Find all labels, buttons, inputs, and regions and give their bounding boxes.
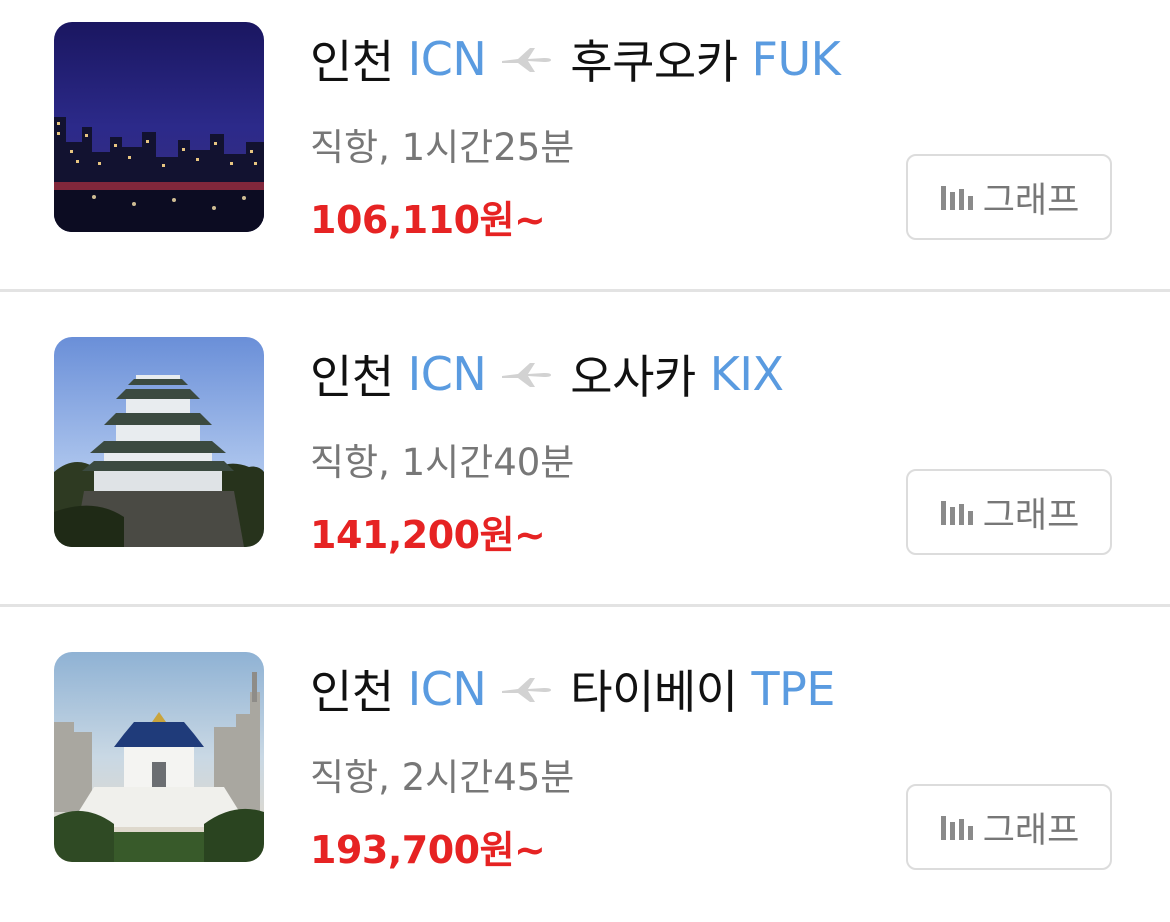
graph-button[interactable]: 그래프 (906, 469, 1112, 555)
destination-thumbnail (54, 337, 264, 547)
destination-city: 오사카 (570, 350, 696, 404)
destination-city: 후쿠오카 (570, 35, 738, 89)
graph-button-label: 그래프 (982, 495, 1080, 536)
flight-price: 193,700원~ (310, 828, 546, 872)
flight-duration: 직항, 1시간40분 (310, 441, 575, 484)
flight-price: 106,110원~ (310, 198, 546, 242)
airplane-icon (500, 674, 552, 704)
route-line: 인천 ICN 타이베이 TPE (310, 655, 835, 723)
flight-list: 인천 ICN 후쿠오카 FUK 직항, 1시간25분 106,110원~ 그래프 (0, 0, 1170, 897)
flight-duration: 직항, 2시간45분 (310, 756, 575, 799)
graph-button-label: 그래프 (982, 810, 1080, 851)
graph-button-label: 그래프 (982, 180, 1080, 221)
destination-code: TPE (751, 662, 836, 716)
origin-city: 인천 (310, 350, 394, 404)
bar-chart-icon (939, 812, 973, 842)
osaka-castle-image (54, 337, 264, 547)
memorial-hall-image (54, 652, 264, 862)
airplane-icon (500, 359, 552, 389)
origin-city: 인천 (310, 665, 394, 719)
bar-chart-icon (939, 182, 973, 212)
flight-item-tpe[interactable]: 인천 ICN 타이베이 TPE 직항, 2시간45분 193,700원~ 그래프 (0, 607, 1170, 922)
graph-button[interactable]: 그래프 (906, 784, 1112, 870)
night-city-skyline-image (54, 22, 264, 232)
flight-price: 141,200원~ (310, 513, 546, 557)
destination-thumbnail (54, 652, 264, 862)
flight-duration: 직항, 1시간25분 (310, 126, 575, 169)
flight-item-fuk[interactable]: 인천 ICN 후쿠오카 FUK 직항, 1시간25분 106,110원~ 그래프 (0, 0, 1170, 292)
origin-code: ICN (407, 32, 487, 86)
airplane-icon (500, 44, 552, 74)
destination-code: FUK (751, 32, 841, 86)
origin-code: ICN (407, 347, 487, 401)
origin-city: 인천 (310, 35, 394, 89)
destination-code: KIX (709, 347, 784, 401)
destination-thumbnail (54, 22, 264, 232)
bar-chart-icon (939, 497, 973, 527)
route-line: 인천 ICN 오사카 KIX (310, 340, 784, 408)
origin-code: ICN (407, 662, 487, 716)
destination-city: 타이베이 (570, 665, 738, 719)
graph-button[interactable]: 그래프 (906, 154, 1112, 240)
route-line: 인천 ICN 후쿠오카 FUK (310, 25, 841, 93)
flight-item-kix[interactable]: 인천 ICN 오사카 KIX 직항, 1시간40분 141,200원~ 그래프 (0, 292, 1170, 607)
